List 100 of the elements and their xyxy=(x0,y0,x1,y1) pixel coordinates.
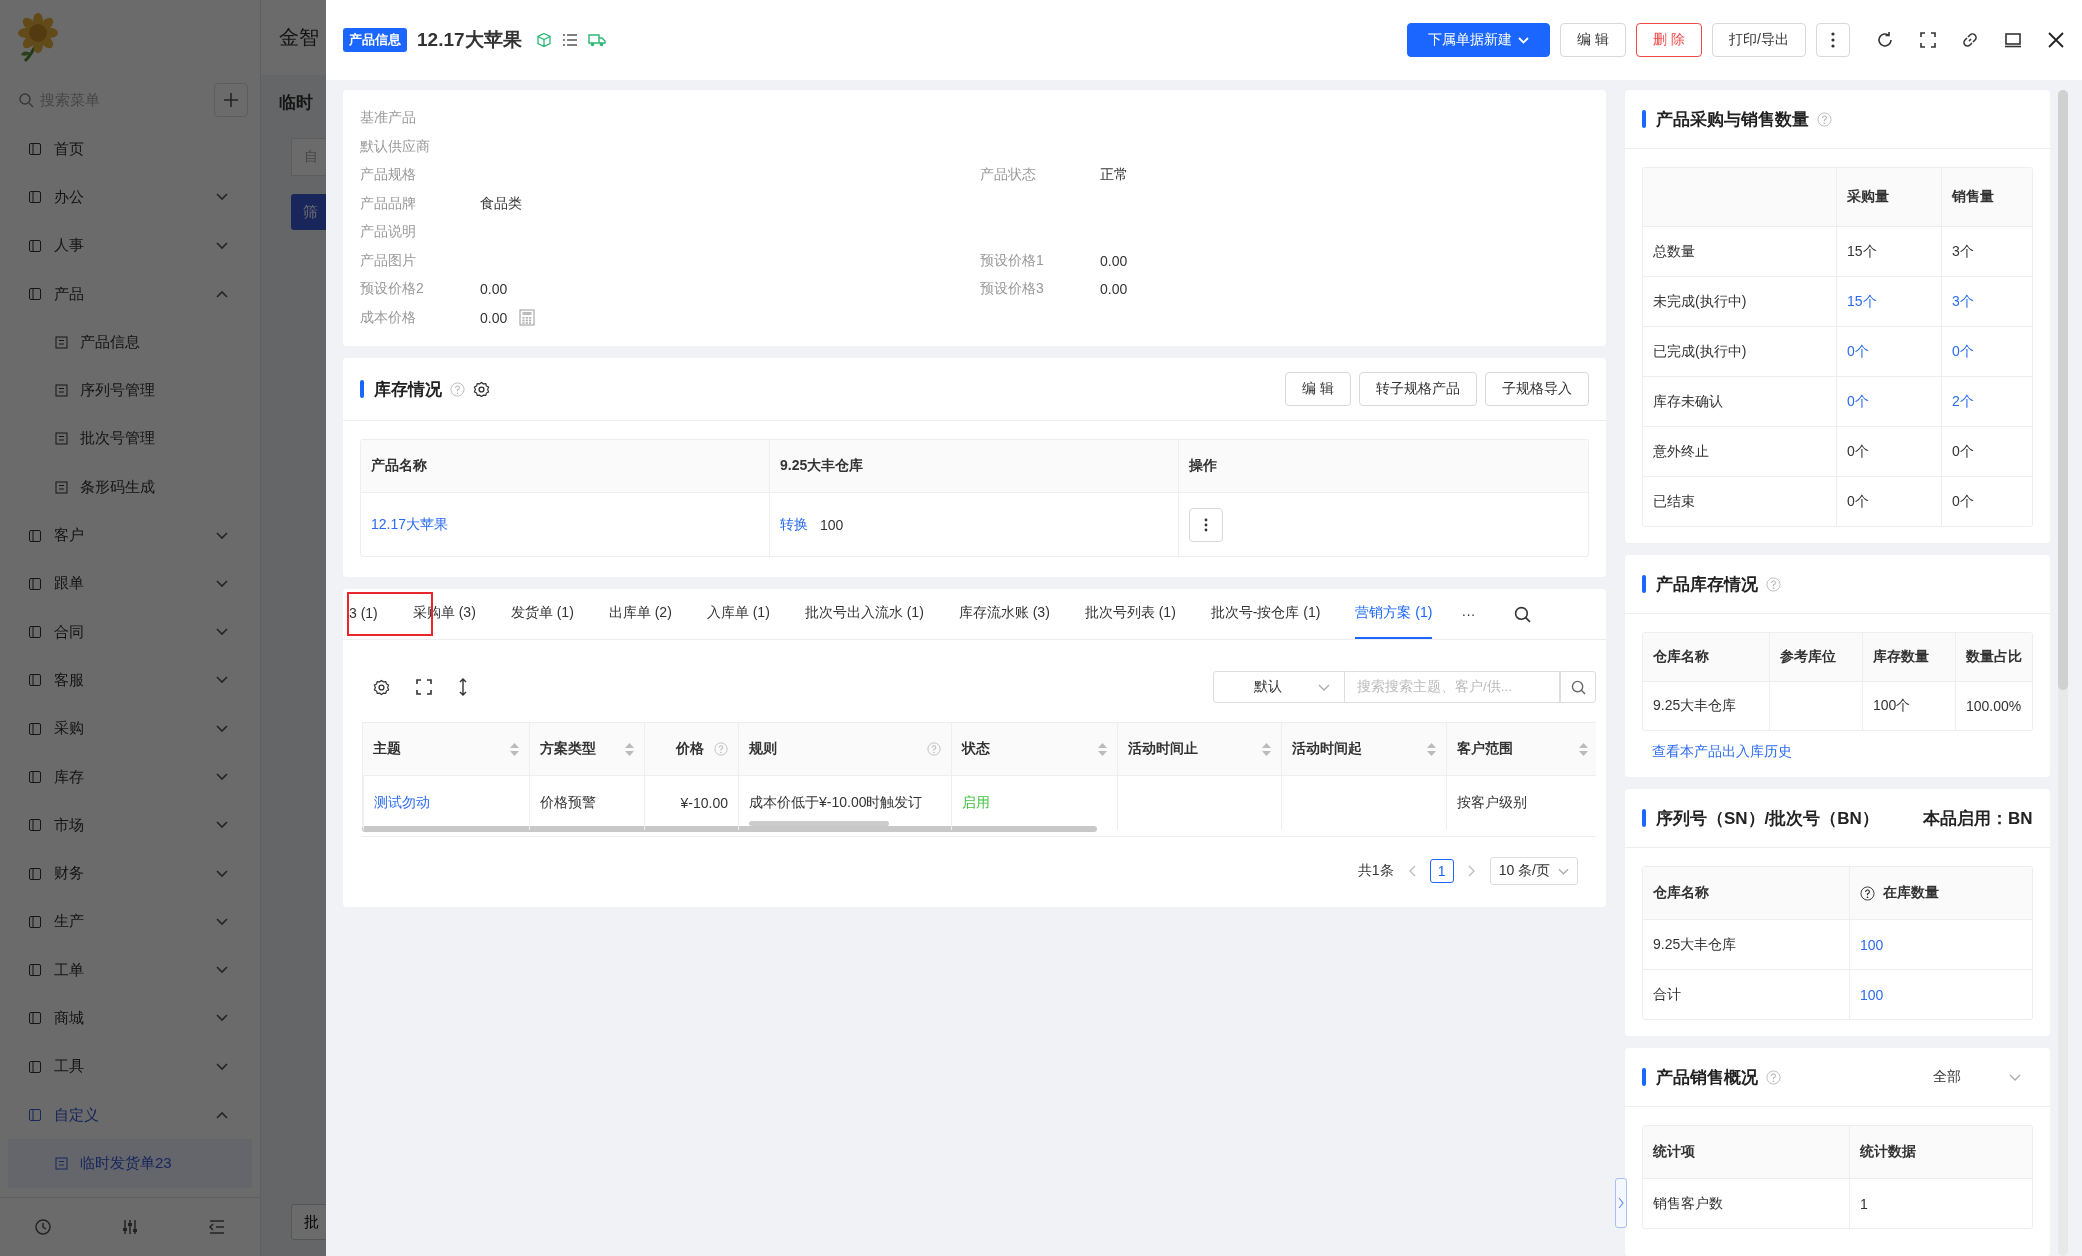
count-link[interactable]: 0个 xyxy=(1847,342,1869,361)
sidebar-item[interactable]: 人事 xyxy=(0,221,260,270)
range-select[interactable]: 全部 xyxy=(1933,1068,2021,1086)
settings-icon[interactable] xyxy=(373,678,390,696)
fullscreen-icon[interactable] xyxy=(1920,32,1936,48)
product-link[interactable]: 12.17大苹果 xyxy=(371,515,449,534)
history-icon[interactable] xyxy=(34,1218,53,1236)
sort-icon[interactable] xyxy=(1098,742,1107,756)
row-label: 已完成(执行中) xyxy=(1653,342,1747,361)
sidebar-subitem[interactable]: 条形码生成 xyxy=(0,463,260,512)
list-icon[interactable] xyxy=(561,32,578,48)
help-icon[interactable] xyxy=(1860,885,1875,901)
sidebar-item[interactable]: 跟单 xyxy=(0,559,260,608)
section-title: 库存情况 xyxy=(374,378,442,401)
link-icon[interactable] xyxy=(1962,32,1978,48)
sort-icon[interactable] xyxy=(1427,742,1436,756)
column-header: 方案类型 xyxy=(540,740,596,758)
sidebar-item[interactable]: 首页 xyxy=(0,125,260,174)
horizontal-scrollbar[interactable] xyxy=(362,826,1097,832)
sort-icon[interactable] xyxy=(1579,742,1588,756)
sidebar-item[interactable]: 合同 xyxy=(0,607,260,657)
tab[interactable]: 库存流水账 (3) xyxy=(958,589,1050,639)
field-value: 0.00 xyxy=(480,281,508,298)
tab[interactable]: 3 (1) xyxy=(349,589,378,639)
vertical-scrollbar[interactable] xyxy=(2058,90,2068,1256)
sidebar-item[interactable]: 商城 xyxy=(0,994,260,1043)
close-icon[interactable] xyxy=(2048,32,2064,48)
truck-icon[interactable] xyxy=(587,32,606,48)
create-dropdown-button[interactable]: 下属单据新建 xyxy=(1407,23,1551,57)
column-header: 状态 xyxy=(962,740,990,758)
history-link[interactable]: 查看本产品出入库历史 xyxy=(1652,743,1792,759)
search-button[interactable] xyxy=(1560,671,1596,703)
more-button[interactable] xyxy=(1816,23,1850,57)
refresh-icon[interactable] xyxy=(1876,31,1894,49)
tab[interactable]: 批次号出入流水 (1) xyxy=(804,589,924,639)
prev-page-icon[interactable] xyxy=(1407,865,1416,877)
tab[interactable]: 发货单 (1) xyxy=(510,589,574,639)
cell-scrollbar[interactable] xyxy=(749,821,889,826)
cube-icon[interactable] xyxy=(535,32,552,48)
action-button[interactable]: 转子规格产品 xyxy=(1359,372,1477,406)
tab[interactable]: 出库单 (2) xyxy=(608,589,672,639)
action-button[interactable]: 编 辑 xyxy=(1285,372,1351,406)
count-link[interactable]: 2个 xyxy=(1952,392,1974,411)
row-label: 总数量 xyxy=(1653,242,1695,261)
column-header: 主题 xyxy=(373,740,401,758)
filter-select[interactable]: 默认 xyxy=(1213,671,1345,703)
sidebar-item[interactable]: 财务 xyxy=(0,849,260,898)
column-header: 规则 xyxy=(749,740,777,758)
sidebar-item[interactable]: 客服 xyxy=(0,656,260,705)
theme-link[interactable]: 测试勿动 xyxy=(374,794,430,812)
calculator-icon[interactable] xyxy=(519,309,536,327)
page-button[interactable]: 1 xyxy=(1429,859,1454,883)
delete-button[interactable]: 删 除 xyxy=(1636,23,1703,57)
more-button[interactable] xyxy=(1189,507,1223,542)
sidebar-subitem[interactable]: 产品信息 xyxy=(0,318,260,367)
sort-icon[interactable] xyxy=(1262,742,1271,756)
next-page-icon[interactable] xyxy=(1467,865,1476,877)
count-link[interactable]: 15个 xyxy=(1847,292,1877,311)
item-icon xyxy=(28,818,42,833)
quantity-link[interactable]: 100 xyxy=(1860,936,1884,953)
count-link[interactable]: 3个 xyxy=(1952,292,1974,311)
sliders-icon[interactable] xyxy=(121,1218,139,1236)
sidebar-item[interactable]: 工单 xyxy=(0,946,260,995)
sidebar-item[interactable]: 产品 xyxy=(0,269,260,319)
sidebar-subitem[interactable]: 批次号管理 xyxy=(0,414,260,464)
search-icon xyxy=(18,92,34,108)
add-button[interactable] xyxy=(214,83,248,117)
count-link[interactable]: 0个 xyxy=(1952,342,1974,361)
sort-icon[interactable] xyxy=(625,742,634,756)
field-value: 正常 xyxy=(1100,166,1128,185)
search-icon[interactable] xyxy=(1514,605,1532,623)
more-tabs-button[interactable]: ··· xyxy=(1461,589,1476,639)
action-button[interactable]: 子规格导入 xyxy=(1485,372,1589,406)
sidebar-item[interactable]: 客户 xyxy=(0,511,260,560)
tab[interactable]: 入库单 (1) xyxy=(706,589,770,639)
sidebar-item[interactable]: 库存 xyxy=(0,752,260,802)
sidebar-item[interactable]: 采购 xyxy=(0,704,260,753)
sidebar-subitem[interactable]: 临时发货单23 xyxy=(8,1139,252,1188)
sidebar-item[interactable]: 市场 xyxy=(0,801,260,850)
count-link[interactable]: 0个 xyxy=(1847,392,1869,411)
sidebar-subitem[interactable]: 序列号管理 xyxy=(0,366,260,415)
tab[interactable]: 批次号-按仓库 (1) xyxy=(1210,589,1321,639)
action-button[interactable]: 编 辑 xyxy=(1560,23,1627,57)
sidebar-item[interactable]: 生产 xyxy=(0,897,260,947)
sidebar-item[interactable]: 办公 xyxy=(0,173,260,222)
action-button[interactable]: 打印/导出 xyxy=(1712,23,1806,57)
sort-icon[interactable] xyxy=(510,742,519,756)
tab[interactable]: 批次号列表 (1) xyxy=(1084,589,1176,639)
tab[interactable]: 营销方案 (1) xyxy=(1355,589,1433,639)
collapse-handle[interactable] xyxy=(1615,1178,1627,1228)
monitor-icon[interactable] xyxy=(2004,32,2022,48)
collapse-menu-icon[interactable] xyxy=(207,1218,226,1236)
quantity-link[interactable]: 100 xyxy=(1860,986,1884,1003)
page-size-select[interactable]: 10 条/页 xyxy=(1489,857,1578,885)
convert-link[interactable]: 转换 xyxy=(780,515,808,534)
settings-icon[interactable] xyxy=(473,380,490,398)
item-icon xyxy=(28,142,42,157)
row-height-icon[interactable] xyxy=(458,678,468,696)
sidebar-item[interactable]: 工具 xyxy=(0,1042,260,1091)
fullscreen-icon[interactable] xyxy=(416,679,432,695)
